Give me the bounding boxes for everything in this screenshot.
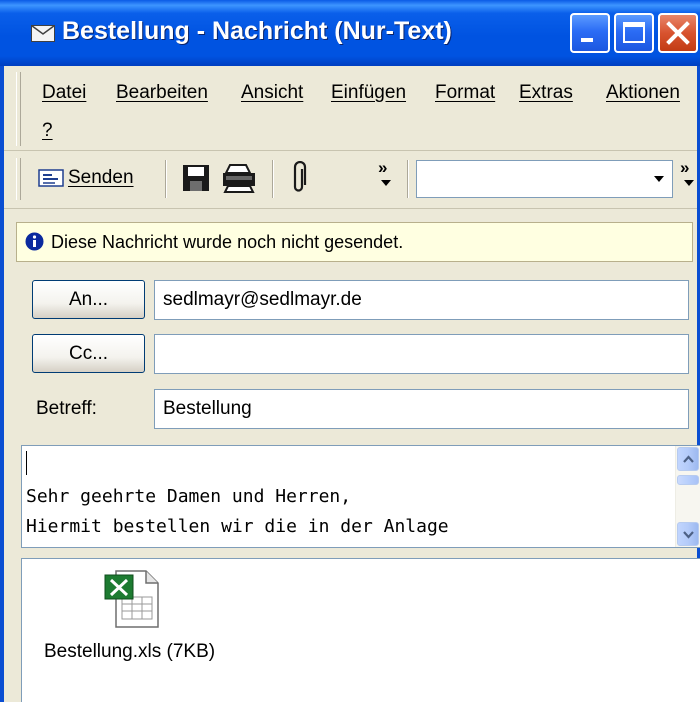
minimize-button[interactable] xyxy=(570,13,610,53)
message-body[interactable]: Sehr geehrte Damen und Herren, Hiermit b… xyxy=(21,445,700,548)
subject-field[interactable]: Bestellung xyxy=(154,389,689,429)
send-label: Senden xyxy=(68,167,134,188)
minimize-icon xyxy=(581,38,593,42)
vertical-scrollbar[interactable] xyxy=(675,446,700,547)
cc-button[interactable]: Cc... xyxy=(32,334,145,373)
menu-ansicht[interactable]: Ansicht xyxy=(241,82,303,104)
info-bar: Diese Nachricht wurde noch nicht gesende… xyxy=(16,222,693,262)
chevron-up-icon xyxy=(683,455,694,463)
body-line: Sehr geehrte Damen und Herren, xyxy=(26,486,352,507)
print-icon[interactable] xyxy=(222,163,256,193)
info-message: Diese Nachricht wurde noch nicht gesende… xyxy=(51,232,404,252)
menu-extras[interactable]: Extras xyxy=(519,82,573,104)
menu-datei[interactable]: Datei xyxy=(42,82,86,104)
message-window: Bestellung - Nachricht (Nur-Text) Datei … xyxy=(0,0,700,702)
toolbar-dropdown[interactable] xyxy=(416,160,673,198)
toolbar-separator xyxy=(165,160,166,198)
text-caret xyxy=(26,451,27,475)
toolbar-grip[interactable] xyxy=(16,158,21,200)
attachment-name[interactable]: Bestellung.xls (7KB) xyxy=(44,641,215,663)
save-icon[interactable] xyxy=(182,164,210,192)
menu-einfuegen[interactable]: Einfügen xyxy=(331,82,406,104)
excel-file-icon xyxy=(104,570,159,628)
menu-format[interactable]: Format xyxy=(435,82,495,104)
paperclip-icon[interactable] xyxy=(291,161,307,195)
close-button[interactable] xyxy=(658,13,698,53)
subject-label: Betreff: xyxy=(36,398,97,419)
toolbar-overflow-button[interactable]: » xyxy=(680,156,698,196)
menu-aktionen[interactable]: Aktionen xyxy=(606,82,680,104)
to-field[interactable]: sedlmayr@sedlmayr.de xyxy=(154,280,689,320)
menu-bar: Datei Bearbeiten Ansicht Einfügen Format… xyxy=(4,66,697,151)
body-line: Hiermit bestellen wir die in der Anlage xyxy=(26,516,449,537)
menu-help[interactable]: ? xyxy=(42,120,53,142)
maximize-button[interactable] xyxy=(614,13,654,53)
chevron-down-icon xyxy=(654,176,664,182)
envelope-icon xyxy=(31,25,55,42)
toolbar-overflow-button[interactable]: » xyxy=(376,156,398,196)
send-message-icon xyxy=(38,169,64,187)
scroll-up-button[interactable] xyxy=(677,447,699,471)
attachment-item[interactable] xyxy=(102,567,172,637)
info-icon xyxy=(25,232,44,251)
window-title: Bestellung - Nachricht (Nur-Text) xyxy=(62,17,452,45)
scroll-thumb[interactable] xyxy=(677,475,699,485)
close-icon xyxy=(666,21,690,45)
chevron-down-icon xyxy=(683,531,694,539)
send-button[interactable]: Senden xyxy=(30,158,155,198)
overflow-chevron-icon: » xyxy=(378,158,388,177)
overflow-chevron-icon: » xyxy=(680,158,690,177)
to-button[interactable]: An... xyxy=(32,280,145,319)
attachment-area: Bestellung.xls (7KB) xyxy=(21,558,700,702)
scroll-down-button[interactable] xyxy=(677,522,699,546)
cc-field[interactable] xyxy=(154,334,689,374)
title-bar[interactable]: Bestellung - Nachricht (Nur-Text) xyxy=(0,0,700,66)
menu-bearbeiten[interactable]: Bearbeiten xyxy=(116,82,208,104)
toolbar-separator xyxy=(272,160,273,198)
menu-grip[interactable] xyxy=(16,72,21,146)
chevron-down-icon xyxy=(684,180,694,186)
maximize-icon xyxy=(623,22,645,43)
toolbar-separator xyxy=(407,160,408,198)
chevron-down-icon xyxy=(381,180,391,186)
